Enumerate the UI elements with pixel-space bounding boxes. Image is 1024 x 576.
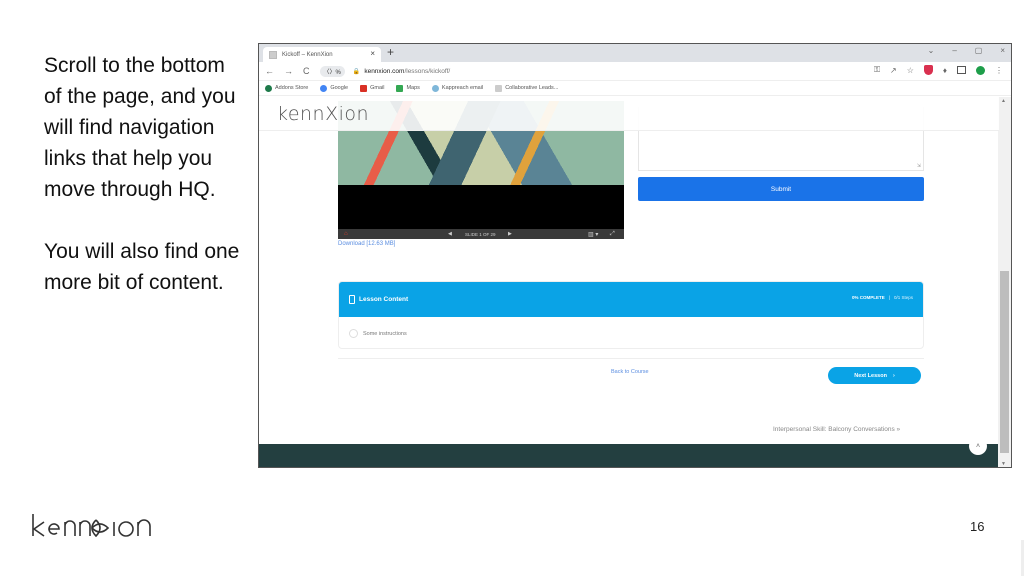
prev-slide-icon[interactable]: ◀ [448, 231, 452, 237]
google-icon [320, 84, 328, 92]
next-slide-icon[interactable]: ▶ [508, 231, 512, 237]
lesson-content-title: Lesson Content [359, 296, 409, 303]
scrollbar-thumb[interactable] [1000, 271, 1009, 453]
puzzle-extensions-icon[interactable]: ♦ [943, 66, 947, 75]
kennxion-logo [30, 510, 180, 545]
lesson-content-panel: Lesson Content 0% COMPLETE | 0/1 Steps S… [338, 281, 924, 349]
home-icon[interactable]: ⌂ [344, 231, 348, 237]
next-topic-link[interactable]: Interpersonal Skill: Balcony Conversatio… [773, 426, 900, 433]
maximize-icon[interactable]: ▢ [975, 46, 983, 55]
bookmark-addons-store[interactable]: Addons Store [265, 84, 309, 92]
tab-search-icon[interactable]: ⌄ [928, 46, 935, 55]
instruction-paragraph-2: You will also find one more bit of conte… [44, 240, 240, 294]
slide-black-area [338, 185, 624, 229]
scroll-up-icon[interactable]: ▲ [1001, 98, 1006, 104]
shield-extension-icon[interactable] [923, 65, 933, 75]
slide-controls: ⌂ ◀ SLIDE 1 OF 29 ▶ ▥ ▾ ⤢ [338, 229, 624, 239]
chevron-right-icon: › [892, 372, 895, 379]
fullscreen-icon[interactable]: ⤢ [610, 231, 615, 238]
scroll-to-top-button[interactable]: ˄ [969, 437, 987, 455]
omnibox-chip[interactable]: 〈〉% [319, 65, 345, 77]
kappreach-icon [431, 84, 439, 92]
stats-separator: | [888, 295, 890, 300]
lesson-item-label: Some instructions [363, 330, 407, 337]
side-panel-icon[interactable] [957, 66, 966, 74]
download-link[interactable]: Download [12.63 MB] [338, 241, 395, 247]
scroll-down-icon[interactable]: ▼ [1001, 461, 1006, 467]
key-icon[interactable]: ⚿ [874, 65, 880, 75]
back-icon[interactable]: ← [265, 66, 274, 76]
bookmark-label: Kappreach email [441, 85, 484, 91]
new-tab-button[interactable]: + [387, 45, 394, 59]
bookmark-label: Addons Store [275, 85, 309, 91]
bookmark-label: Gmail [370, 85, 385, 91]
tab-close-icon[interactable]: × [370, 49, 375, 58]
page-scrollbar[interactable]: ▲ ▼ [998, 97, 1011, 467]
window-controls: ⌄ – ▢ × [928, 46, 1005, 55]
steps-count: 0/1 Steps [893, 295, 913, 300]
site-header: kennXion [259, 97, 999, 131]
bookmark-label: Google [330, 85, 349, 91]
lock-icon[interactable]: 🔒 [353, 68, 360, 75]
maps-icon [396, 84, 404, 92]
slide-instructions: Scroll to the bottom of the page, and yo… [44, 50, 244, 329]
more-menu-icon[interactable]: ⋮ [995, 66, 1003, 75]
tab-bar: Kickoff – KennXion × + ⌄ – ▢ × [259, 44, 1011, 62]
browser-toolbar: ← → C 〈〉% 🔒 kennxion.com /lessons/kickof… [259, 62, 1011, 81]
address-bar[interactable]: 〈〉% 🔒 kennxion.com /lessons/kickoff/ [319, 65, 451, 77]
lesson-progress: 0% COMPLETE | 0/1 Steps [852, 295, 913, 300]
green-check-extension-icon[interactable] [976, 65, 985, 75]
back-to-course-link[interactable]: Back to Course [611, 369, 649, 375]
bookmark-collaborative-leads[interactable]: Collaborative Leads... [495, 84, 559, 92]
bookmark-kappreach-email[interactable]: Kappreach email [431, 84, 484, 92]
reload-icon[interactable]: C [303, 66, 310, 76]
tab-title: Kickoff – KennXion [282, 51, 333, 58]
site-footer [259, 444, 999, 467]
share-icon[interactable]: ↗ [890, 66, 897, 75]
page-viewport: ⌂ ◀ SLIDE 1 OF 29 ▶ ▥ ▾ ⤢ Download [12.6… [259, 97, 999, 467]
next-lesson-label: Next Lesson [854, 372, 887, 379]
slide-counter: SLIDE 1 OF 29 [465, 231, 496, 237]
url-host: kennxion.com [364, 67, 405, 75]
layout-menu-icon[interactable]: ▥ ▾ [588, 231, 598, 238]
divider [338, 358, 924, 359]
browser-window: Kickoff – KennXion × + ⌄ – ▢ × ← → C 〈〉%… [258, 43, 1012, 468]
bookmark-gmail[interactable]: Gmail [360, 84, 385, 92]
forward-icon[interactable]: → [284, 66, 293, 76]
lesson-content-header[interactable]: Lesson Content 0% COMPLETE | 0/1 Steps [339, 282, 923, 317]
url-path: /lessons/kickoff/ [404, 67, 451, 75]
site-logo[interactable]: kennXion [277, 103, 369, 125]
lesson-doc-icon [349, 295, 355, 304]
addons-store-icon [265, 84, 272, 92]
close-window-icon[interactable]: × [1000, 46, 1005, 55]
submit-button[interactable]: Submit [638, 177, 924, 201]
lesson-item[interactable]: Some instructions [339, 317, 923, 348]
toolbar-actions: ⚿ ↗ ☆ ♦ ⋮ [874, 65, 1003, 75]
bookmarks-bar: Addons Store Google Gmail Maps Kappreach… [259, 81, 1011, 96]
tab-favicon-icon [269, 50, 277, 59]
bookmark-label: Maps [406, 85, 420, 91]
collaborative-leads-icon [495, 84, 503, 92]
star-icon[interactable]: ☆ [907, 66, 914, 75]
instruction-paragraph-1: Scroll to the bottom of the page, and yo… [44, 54, 236, 201]
resize-grip-icon[interactable]: ⇲ [917, 163, 921, 169]
next-lesson-button[interactable]: Next Lesson › [828, 367, 921, 384]
minimize-icon[interactable]: – [952, 46, 956, 55]
browser-tab[interactable]: Kickoff – KennXion × [263, 47, 381, 62]
bookmark-label: Collaborative Leads... [505, 85, 559, 91]
bookmark-maps[interactable]: Maps [396, 84, 420, 92]
slide-page-number: 16 [970, 519, 985, 534]
incomplete-circle-icon [349, 329, 358, 338]
progress-percent: 0% COMPLETE [851, 295, 885, 300]
gmail-icon [360, 84, 368, 92]
kennxion-logo-icon [32, 514, 151, 538]
bookmark-google[interactable]: Google [320, 84, 349, 92]
